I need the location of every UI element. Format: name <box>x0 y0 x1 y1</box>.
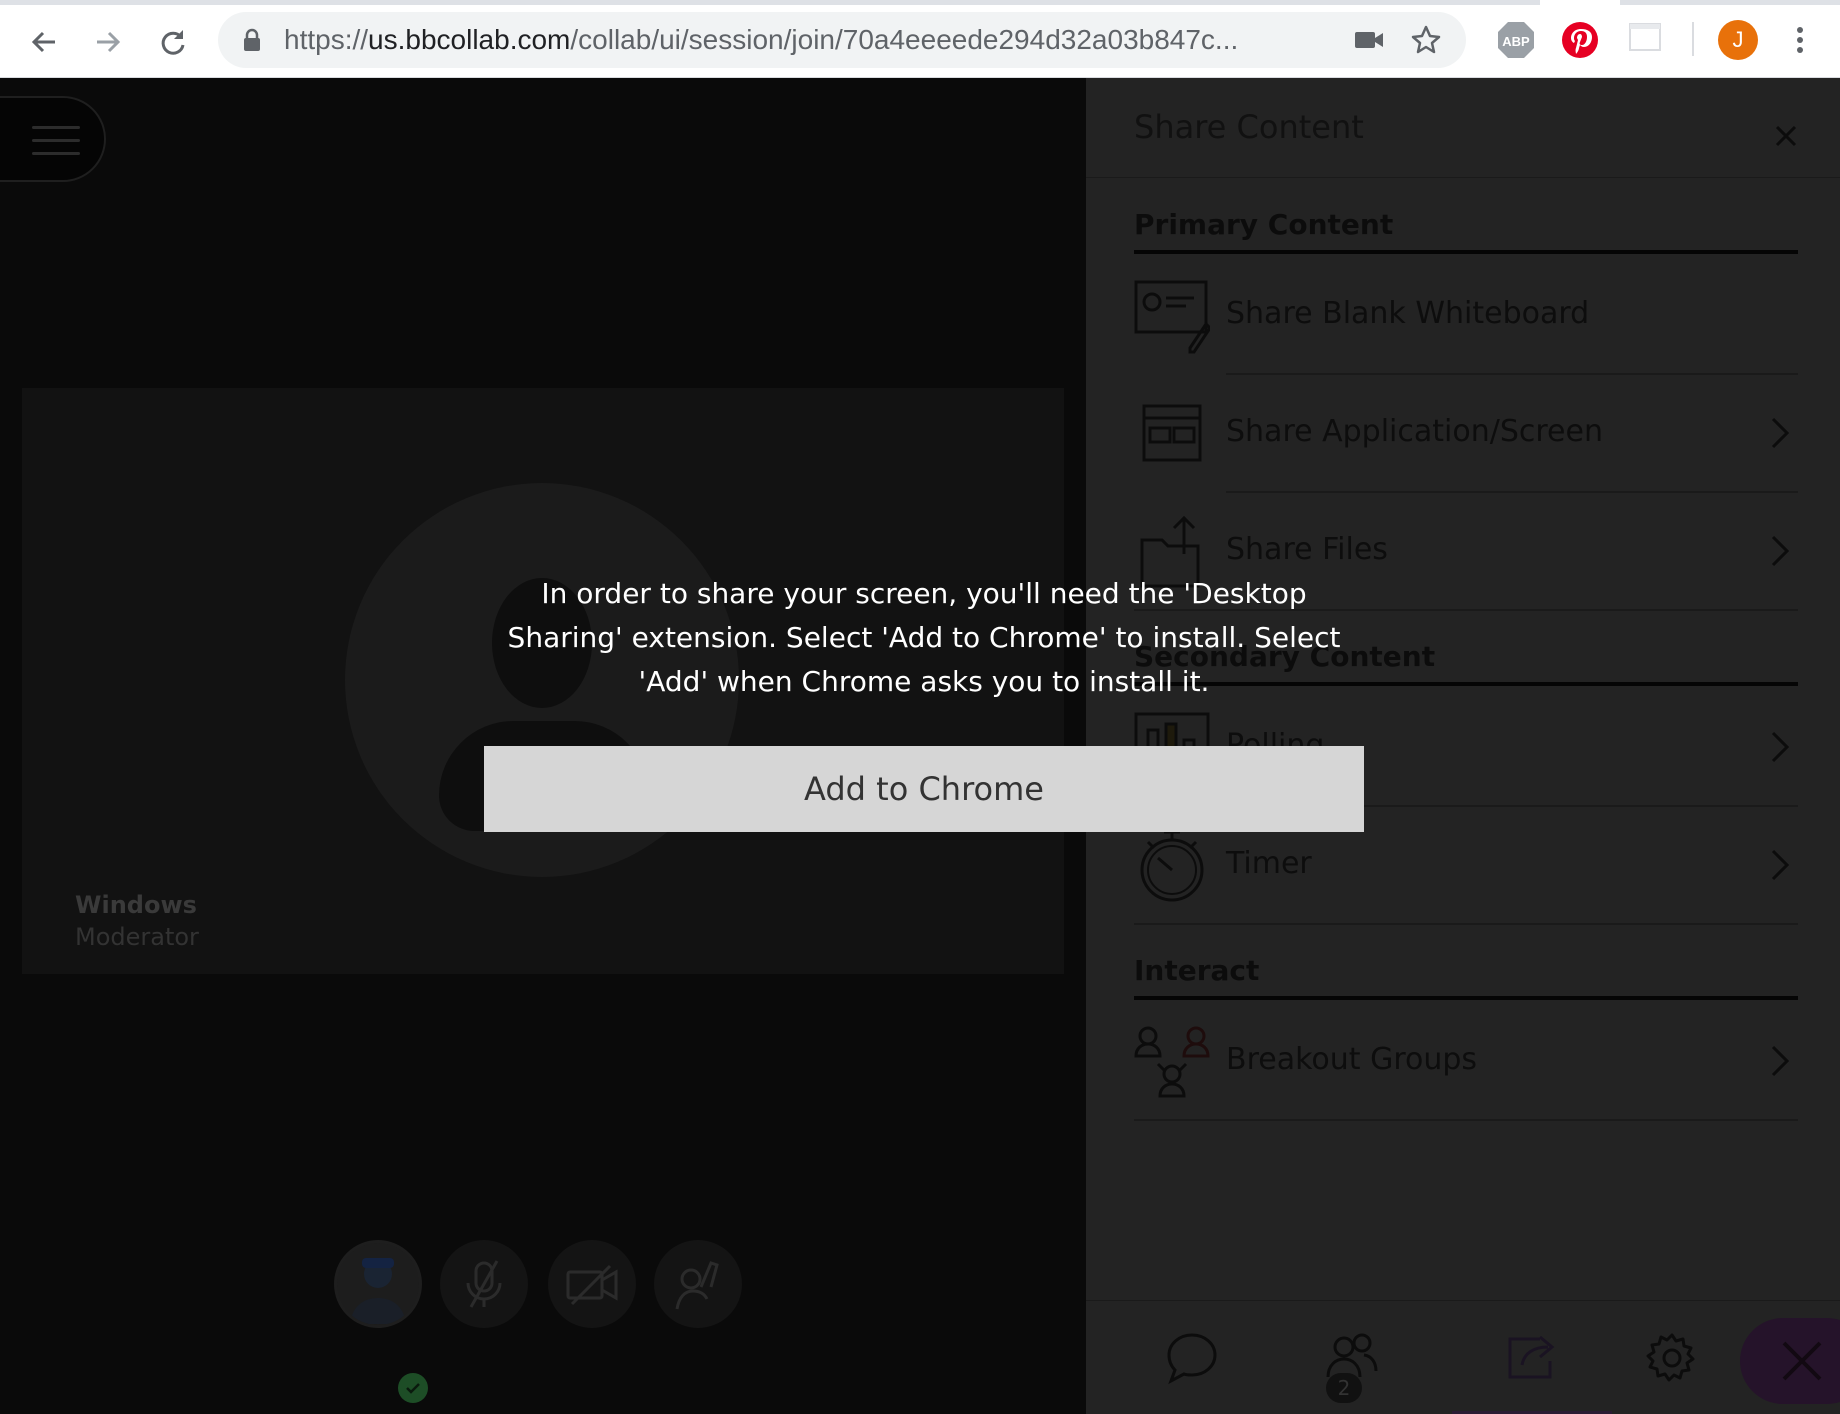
hamburger-icon-line <box>32 152 80 155</box>
timer-icon <box>1140 830 1204 902</box>
section-divider <box>1134 250 1798 254</box>
share-application-screen-item[interactable]: Share Application/Screen <box>1134 374 1798 492</box>
reload-button[interactable] <box>150 20 194 64</box>
url-scheme: https:// <box>284 24 369 55</box>
url-path: /collab/ui/session/join/70a4eeeede294d32… <box>570 24 1239 55</box>
back-button[interactable] <box>22 20 66 64</box>
participant-name: Windows <box>75 891 197 919</box>
active-tab-edge <box>1540 0 1620 5</box>
share-content-tab[interactable] <box>1452 1301 1612 1414</box>
abp-icon[interactable]: ABP <box>1496 20 1536 64</box>
raise-hand-button[interactable] <box>654 1240 742 1328</box>
section-title-interact: Interact <box>1134 954 1260 987</box>
bookmark-star-icon[interactable] <box>1410 24 1442 60</box>
chevron-right-icon <box>1771 731 1790 763</box>
chevron-right-icon <box>1771 1045 1790 1077</box>
status-check-icon <box>398 1373 428 1403</box>
more-vert-icon <box>1797 27 1803 53</box>
close-icon <box>1782 1341 1822 1381</box>
item-label: Timer <box>1226 846 1312 881</box>
item-label: Share Files <box>1226 532 1388 567</box>
svg-text:ABP: ABP <box>1502 34 1530 49</box>
breakout-groups-item[interactable]: Breakout Groups <box>1134 1002 1798 1120</box>
share-blank-whiteboard-item[interactable]: Share Blank Whiteboard <box>1134 256 1798 374</box>
close-session-button[interactable] <box>1740 1318 1840 1404</box>
gear-icon <box>1646 1333 1695 1382</box>
back-arrow-icon <box>31 31 55 53</box>
microphone-muted-icon <box>466 1260 502 1308</box>
camera-in-use-icon[interactable] <box>1354 28 1384 56</box>
blank-extension-icon[interactable] <box>1628 20 1662 58</box>
my-status-button[interactable] <box>334 1240 422 1328</box>
desktop-sharing-message: In order to share your screen, you'll ne… <box>507 577 1341 698</box>
forward-button[interactable] <box>86 20 130 64</box>
application-screen-icon <box>1142 404 1202 462</box>
hamburger-icon <box>32 126 80 129</box>
attendee-count-badge: 2 <box>1326 1373 1362 1403</box>
chrome-menu-button[interactable] <box>1790 20 1810 64</box>
forward-arrow-icon <box>97 31 121 53</box>
reload-icon <box>161 30 185 55</box>
whiteboard-icon <box>1134 280 1210 354</box>
settings-tab[interactable] <box>1612 1301 1732 1414</box>
participant-role: Moderator <box>75 923 199 951</box>
chevron-right-icon <box>1771 849 1790 881</box>
panel-title: Share Content <box>1134 108 1364 146</box>
camera-off-icon <box>566 1264 618 1306</box>
pinterest-icon[interactable] <box>1560 20 1600 64</box>
tab-strip-edge <box>0 0 1840 5</box>
profile-avatar[interactable]: J <box>1718 20 1758 60</box>
item-divider <box>1134 923 1798 925</box>
chat-tab[interactable] <box>1132 1301 1252 1414</box>
breakout-groups-icon <box>1134 1026 1210 1098</box>
camera-toggle-button[interactable] <box>548 1240 636 1328</box>
close-panel-button[interactable] <box>1768 118 1804 154</box>
session-menu-button[interactable] <box>0 96 106 182</box>
item-label: Breakout Groups <box>1226 1042 1478 1077</box>
close-icon <box>1775 125 1797 147</box>
url-text[interactable]: https://us.bbcollab.com/collab/ui/sessio… <box>284 24 1238 56</box>
item-label: Share Application/Screen <box>1226 414 1603 449</box>
chevron-right-icon <box>1771 417 1790 449</box>
share-icon <box>1508 1335 1555 1379</box>
chevron-right-icon <box>1771 535 1790 567</box>
user-photo-icon <box>350 1258 406 1324</box>
toolbar-divider <box>1692 22 1694 56</box>
microphone-toggle-button[interactable] <box>440 1240 528 1328</box>
hamburger-icon-line <box>32 139 80 142</box>
add-to-chrome-button[interactable]: Add to Chrome <box>484 746 1364 832</box>
lock-icon <box>242 28 262 56</box>
app-root: https://us.bbcollab.com/collab/ui/sessio… <box>0 0 1840 1414</box>
url-host: us.bbcollab.com <box>368 24 571 55</box>
item-label: Share Blank Whiteboard <box>1226 296 1590 331</box>
raise-hand-icon <box>675 1261 719 1310</box>
panel-footer-tabs <box>1086 1300 1840 1414</box>
item-divider <box>1134 1119 1798 1121</box>
address-bar[interactable]: https://us.bbcollab.com/collab/ui/sessio… <box>218 12 1466 68</box>
browser-toolbar: https://us.bbcollab.com/collab/ui/sessio… <box>0 0 1840 78</box>
chat-bubble-icon <box>1167 1333 1217 1385</box>
section-title-primary: Primary Content <box>1134 208 1394 241</box>
section-divider <box>1134 996 1798 1000</box>
panel-header: Share Content <box>1086 78 1840 178</box>
